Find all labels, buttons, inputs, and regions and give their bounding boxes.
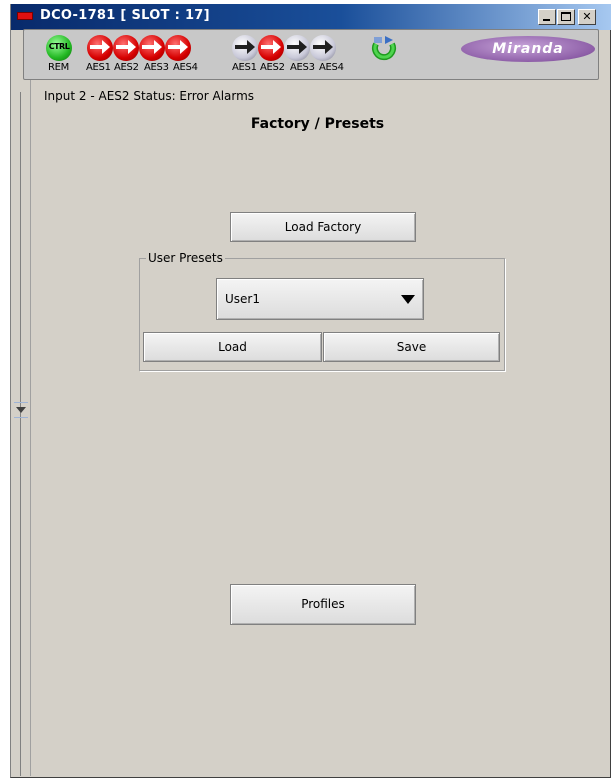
side-splitter: [12, 30, 31, 776]
input-arrow-icon: [287, 40, 307, 54]
load-button[interactable]: Load: [143, 332, 322, 362]
maximize-icon: [561, 12, 571, 21]
output-aes4-indicator[interactable]: [310, 35, 336, 61]
minimize-button[interactable]: [538, 9, 556, 25]
out-aes1-label: AES1: [232, 62, 257, 73]
rem-label: REM: [48, 62, 69, 73]
maximize-button[interactable]: [557, 9, 575, 25]
splitter-line: [20, 92, 21, 776]
window-title: DCO-1781 [ SLOT : 17]: [40, 8, 210, 23]
status-message: Input 2 - AES2 Status: Error Alarms: [44, 89, 255, 103]
refresh-icon[interactable]: [371, 35, 397, 61]
input-arrow-icon: [261, 40, 281, 54]
close-button[interactable]: ✕: [578, 9, 596, 25]
dropdown-arrow-icon: [401, 295, 415, 304]
input-arrow-icon: [90, 40, 110, 54]
input-arrow-icon: [313, 40, 333, 54]
ctrl-indicator[interactable]: CTRL: [46, 35, 72, 61]
out-aes2-label: AES2: [260, 62, 285, 73]
aes2-label: AES2: [114, 62, 139, 73]
page-title: Factory / Presets: [250, 116, 385, 132]
aes4-label: AES4: [173, 62, 198, 73]
aes1-label: AES1: [86, 62, 111, 73]
ctrl-label: CTRL: [48, 42, 70, 51]
collapse-arrow-icon[interactable]: [14, 402, 28, 418]
input-arrow-icon: [168, 40, 188, 54]
close-icon: ✕: [582, 10, 592, 23]
out-aes3-label: AES3: [290, 62, 315, 73]
out-aes4-label: AES4: [319, 62, 344, 73]
output-aes2-indicator[interactable]: [258, 35, 284, 61]
preset-select-value: User1: [225, 292, 260, 306]
aes3-label: AES3: [144, 62, 169, 73]
input-arrow-icon: [142, 40, 162, 54]
input-aes2-indicator[interactable]: [113, 35, 139, 61]
app-icon[interactable]: [17, 12, 33, 20]
output-aes3-indicator[interactable]: [284, 35, 310, 61]
input-aes4-indicator[interactable]: [165, 35, 191, 61]
title-bar[interactable]: DCO-1781 [ SLOT : 17] ✕: [11, 4, 611, 30]
input-aes3-indicator[interactable]: [139, 35, 165, 61]
brand-logo: Miranda: [461, 36, 595, 62]
preset-select[interactable]: User1: [216, 278, 424, 320]
user-presets-label: User Presets: [146, 251, 225, 265]
output-aes1-indicator[interactable]: [232, 35, 258, 61]
input-arrow-icon: [235, 40, 255, 54]
input-aes1-indicator[interactable]: [87, 35, 113, 61]
profiles-button[interactable]: Profiles: [230, 584, 416, 625]
load-factory-button[interactable]: Load Factory: [230, 212, 416, 242]
save-button[interactable]: Save: [323, 332, 500, 362]
minimize-icon: [543, 19, 550, 21]
input-arrow-icon: [116, 40, 136, 54]
status-header: CTRL REM AES1 AES2 AES3 AES4 AES1 AES2 A…: [23, 29, 599, 80]
